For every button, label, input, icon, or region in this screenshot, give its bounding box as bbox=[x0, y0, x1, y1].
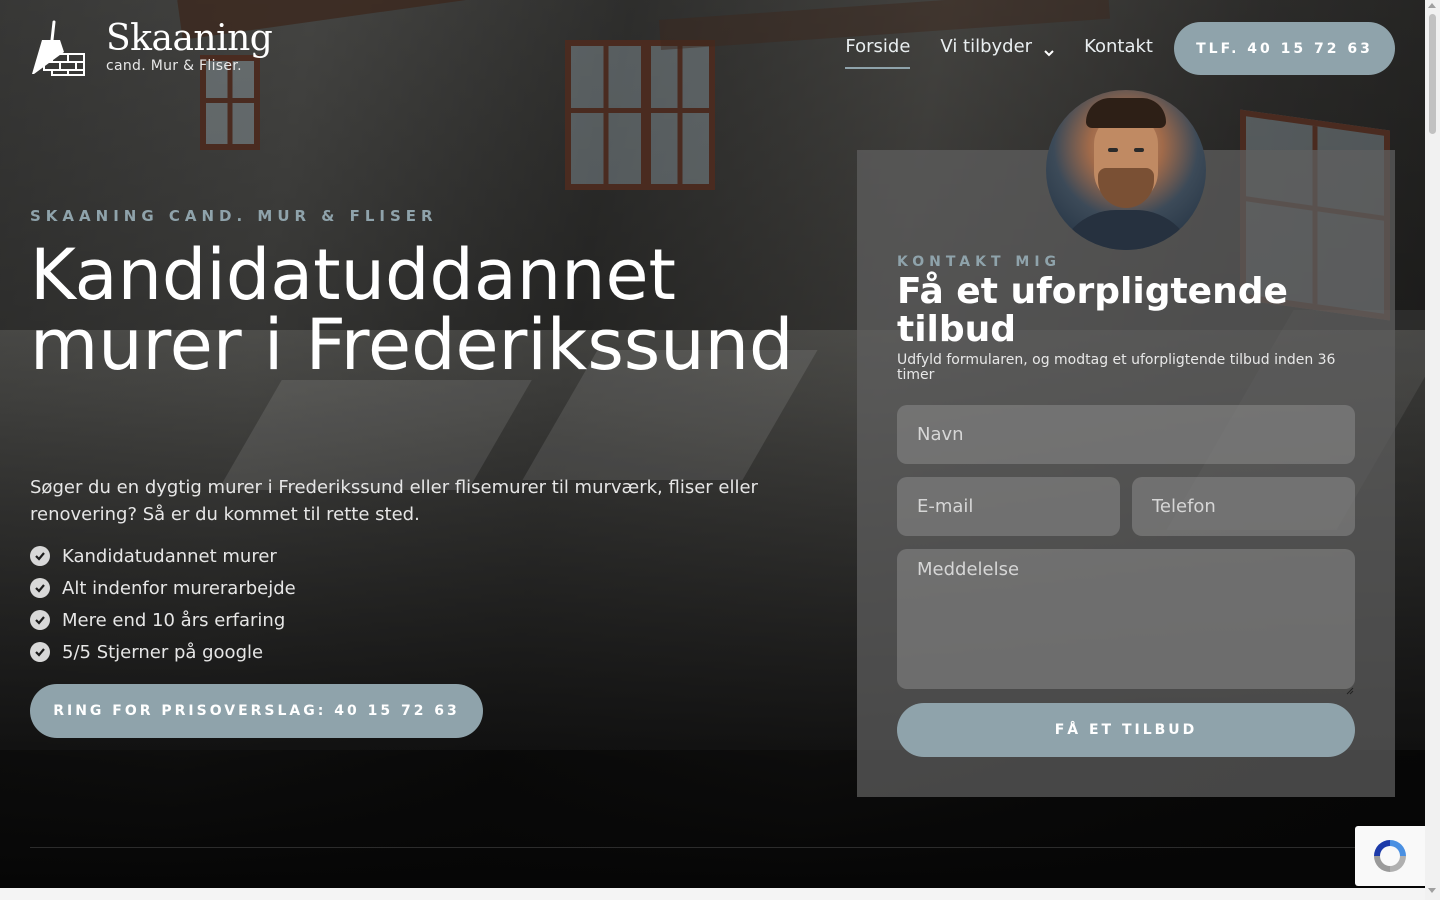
list-item: Kandidatudannet murer bbox=[30, 540, 296, 572]
site-header: Skaaning cand. Mur & Fliser. Forside Vi … bbox=[0, 0, 1425, 100]
nav-item-forside[interactable]: Forside bbox=[845, 36, 911, 69]
feature-checklist: Kandidatudannet murer Alt indenfor murer… bbox=[30, 540, 296, 668]
email-field[interactable] bbox=[897, 477, 1120, 536]
logo[interactable]: Skaaning cand. Mur & Fliser. bbox=[30, 18, 273, 76]
scrollbar[interactable] bbox=[1425, 0, 1440, 900]
nav-item-vi-tilbyder[interactable]: Vi tilbyder bbox=[940, 36, 1054, 57]
hero-title: Kandidatuddannet murer i Frederikssund bbox=[30, 234, 794, 386]
trowel-brick-logo-icon bbox=[30, 20, 88, 76]
scroll-thumb[interactable] bbox=[1429, 14, 1436, 134]
list-item: Alt indenfor murerarbejde bbox=[30, 572, 296, 604]
hero-eyebrow: SKAANING CAND. MUR & FLISER bbox=[30, 207, 438, 225]
resize-grip-icon[interactable] bbox=[1346, 680, 1354, 695]
list-item-label: Alt indenfor murerarbejde bbox=[62, 577, 296, 599]
list-item: Mere end 10 års erfaring bbox=[30, 604, 296, 636]
list-item-label: Mere end 10 års erfaring bbox=[62, 609, 286, 631]
scroll-down-icon[interactable] bbox=[1428, 888, 1436, 893]
list-item: 5/5 Stjerner på google bbox=[30, 636, 296, 668]
list-item-label: 5/5 Stjerner på google bbox=[62, 641, 264, 663]
nav-item-label: Kontakt bbox=[1084, 36, 1153, 57]
form-eyebrow: KONTAKT MIG bbox=[897, 254, 1062, 270]
message-field[interactable] bbox=[897, 549, 1355, 689]
main-nav: Forside Vi tilbyder Kontakt bbox=[815, 36, 1153, 69]
nav-item-label: Forside bbox=[845, 36, 911, 57]
brand-name: Skaaning bbox=[106, 18, 273, 59]
avatar bbox=[1046, 90, 1206, 250]
name-field[interactable] bbox=[897, 405, 1355, 464]
check-circle-icon bbox=[30, 610, 50, 630]
phone-cta-button[interactable]: TLF. 40 15 72 63 bbox=[1174, 22, 1395, 75]
phone-field[interactable] bbox=[1132, 477, 1355, 536]
scroll-up-icon[interactable] bbox=[1428, 3, 1436, 8]
submit-button[interactable]: FÅ ET TILBUD bbox=[897, 703, 1355, 757]
list-item-label: Kandidatudannet murer bbox=[62, 545, 277, 567]
call-for-quote-button[interactable]: RING FOR PRISOVERSLAG: 40 15 72 63 bbox=[30, 684, 483, 738]
nav-item-label: Vi tilbyder bbox=[940, 36, 1033, 57]
check-circle-icon bbox=[30, 546, 50, 566]
brand-tagline: cand. Mur & Fliser. bbox=[106, 58, 242, 74]
check-circle-icon bbox=[30, 642, 50, 662]
check-circle-icon bbox=[30, 578, 50, 598]
section-divider bbox=[30, 847, 1395, 848]
chevron-down-icon bbox=[1044, 42, 1054, 56]
nav-item-kontakt[interactable]: Kontakt bbox=[1084, 36, 1153, 57]
form-title: Få et uforpligtende tilbud bbox=[897, 271, 1288, 350]
recaptcha-icon[interactable] bbox=[1355, 826, 1425, 886]
horizontal-scroll-area bbox=[0, 888, 1425, 900]
form-subtitle: Udfyld formularen, og modtag et uforplig… bbox=[897, 352, 1336, 383]
hero-text: Søger du en dygtig murer i Frederikssund… bbox=[30, 477, 758, 525]
